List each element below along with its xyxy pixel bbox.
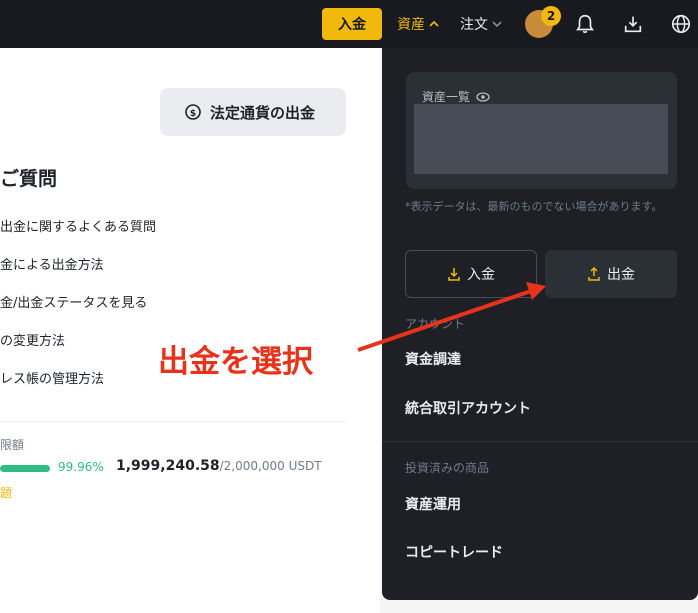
fiat-withdraw-button[interactable]: $ 法定通貨の出金 <box>160 88 346 136</box>
annotation-arrow-icon <box>357 282 546 352</box>
menu-item-unified-account[interactable]: 統合取引アカウント <box>405 398 531 418</box>
invested-section-label: 投資済みの商品 <box>405 461 490 475</box>
asset-overview-label: 資産一覧 <box>422 90 471 104</box>
deposit-button[interactable]: 入金 <box>322 8 382 40</box>
menu-divider <box>382 441 698 442</box>
download-icon[interactable] <box>622 13 644 35</box>
faq-link-3[interactable]: 金/出金ステータスを見る <box>0 292 147 311</box>
annotation-text: 出金を選択 <box>158 344 313 380</box>
limit-progress-bar <box>0 465 50 472</box>
globe-icon[interactable] <box>670 13 692 35</box>
chevron-down-icon <box>492 21 502 28</box>
coin-icon: $ <box>185 104 201 120</box>
asset-overview-card: 資産一覧 <box>406 72 677 189</box>
faq-link-1[interactable]: 出金に関するよくある質問 <box>0 216 156 235</box>
nav-orders[interactable]: 注文 <box>460 14 502 34</box>
svg-text:$: $ <box>190 109 196 119</box>
menu-item-copy-trading[interactable]: コピートレード <box>405 542 503 562</box>
faq-link-4[interactable]: の変更方法 <box>0 330 65 349</box>
dropdown-withdraw-button[interactable]: 出金 <box>545 250 677 298</box>
nav-assets[interactable]: 資産 <box>397 14 439 34</box>
arrow-up-icon <box>588 267 600 281</box>
limit-used: 1,999,240.58/2,000,000 USDT <box>116 458 322 474</box>
menu-item-earn[interactable]: 資産運用 <box>405 494 461 514</box>
fiat-withdraw-label: 法定通貨の出金 <box>210 103 316 122</box>
limit-total: /2,000,000 USDT <box>219 459 322 473</box>
bell-icon[interactable] <box>574 13 596 35</box>
withdraw-page: $ 法定通貨の出金 ご質問 出金に関するよくある質問 金による出金方法 金/出金… <box>0 48 380 613</box>
limit-progress-fill <box>0 465 50 472</box>
chevron-up-icon <box>429 20 439 27</box>
faq-title: ご質問 <box>0 168 58 190</box>
limit-percent: 99.96% <box>58 460 104 474</box>
limit-used-value: 1,999,240.58 <box>116 458 220 474</box>
nav-orders-label: 注文 <box>460 17 488 33</box>
withdraw-limit-card: 限額 99.96% 1,999,240.58/2,000,000 USDT 題 <box>0 421 346 515</box>
data-note: *表示データは、最新のものでない場合があります。 <box>405 200 663 213</box>
top-navbar: 入金 資産 注文 2 <box>0 0 698 48</box>
eye-icon[interactable] <box>476 90 490 104</box>
limit-mark[interactable]: 題 <box>0 484 12 501</box>
faq-link-2[interactable]: 金による出金方法 <box>0 254 104 273</box>
dropdown-withdraw-label: 出金 <box>607 267 635 283</box>
asset-overview-placeholder <box>414 104 668 174</box>
notification-count-badge: 2 <box>541 6 561 26</box>
faq-link-5[interactable]: レス帳の管理方法 <box>0 368 104 387</box>
asset-overview-header: 資産一覧 <box>422 88 490 105</box>
limit-label: 限額 <box>0 438 25 452</box>
nav-assets-label: 資産 <box>397 17 425 33</box>
